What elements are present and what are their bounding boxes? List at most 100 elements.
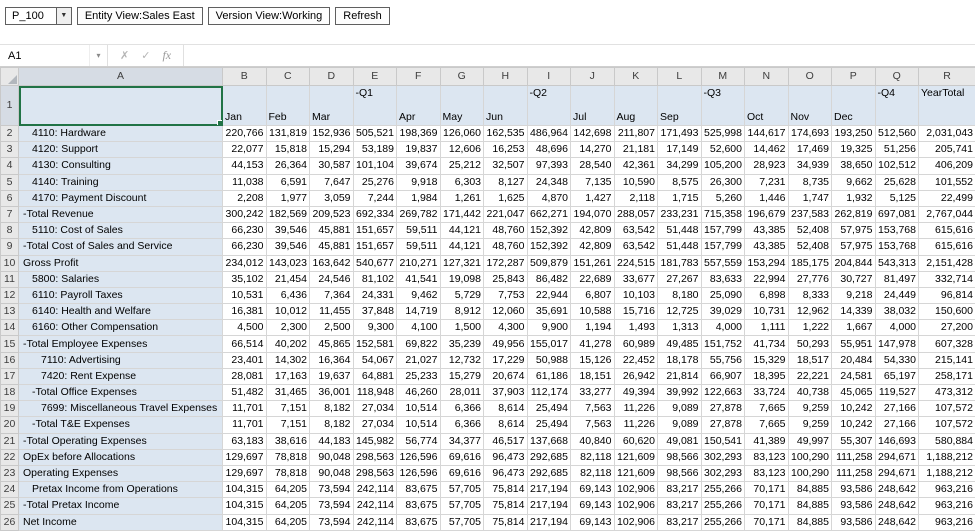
cell-O12[interactable]: 8,333 [787,286,832,305]
cell-L18[interactable]: 39,992 [657,383,702,402]
fill-handle[interactable] [217,120,222,125]
cell-H9[interactable]: 48,760 [483,238,528,256]
cell-A10[interactable]: Gross Profit [18,254,223,272]
cell-N22[interactable]: 83,123 [744,448,789,466]
row-header-24[interactable]: 24 [0,481,19,499]
cell-G15[interactable]: 35,239 [439,335,484,353]
cell-G26[interactable]: 57,705 [439,513,484,531]
cell-C18[interactable]: 31,465 [265,383,310,402]
cell-R16[interactable]: 215,141 [918,351,975,369]
cell-D16[interactable]: 16,364 [309,351,354,369]
row-header-11[interactable]: 11 [0,270,19,288]
cell-J4[interactable]: 28,540 [570,157,615,175]
cell-Q14[interactable]: 4,000 [874,319,919,337]
cell-N6[interactable]: 1,446 [744,189,789,207]
cell-Q2[interactable]: 512,560 [874,124,919,143]
cell-R7[interactable]: 2,767,044 [918,205,975,224]
cell-I7[interactable]: 662,271 [526,205,571,224]
cell-A16[interactable]: 7110: Advertising [18,351,223,369]
cell-A22[interactable]: OpEx before Allocations [18,448,223,466]
cell-J1[interactable]: Jul [570,85,615,126]
column-header-Q[interactable]: Q [874,67,919,86]
cell-O4[interactable]: 34,939 [787,157,832,175]
cell-M14[interactable]: 4,000 [700,319,745,337]
cell-M15[interactable]: 151,752 [700,335,745,353]
cell-K8[interactable]: 63,542 [613,222,658,240]
cell-I2[interactable]: 486,964 [526,124,571,143]
row-header-19[interactable]: 19 [0,400,19,418]
cell-H19[interactable]: 8,614 [483,400,528,418]
refresh-button[interactable]: Refresh [335,6,390,25]
cell-O11[interactable]: 27,776 [787,270,832,288]
column-header-N[interactable]: N [744,67,789,86]
cell-G5[interactable]: 6,303 [439,173,484,191]
cell-E1[interactable]: -Q1 [352,85,397,126]
cell-J22[interactable]: 82,118 [570,448,615,466]
cell-B24[interactable]: 104,315 [222,481,267,499]
cell-H17[interactable]: 20,674 [483,367,528,386]
column-header-F[interactable]: F [396,67,441,86]
cell-E21[interactable]: 145,982 [352,432,397,450]
cell-D4[interactable]: 30,587 [309,157,354,175]
cell-G9[interactable]: 44,121 [439,238,484,256]
cell-I26[interactable]: 217,194 [526,513,571,531]
cell-C8[interactable]: 39,546 [265,222,310,240]
cell-L23[interactable]: 98,566 [657,464,702,483]
cell-I22[interactable]: 292,685 [526,448,571,466]
cell-L5[interactable]: 8,575 [657,173,702,191]
cell-C6[interactable]: 1,977 [265,189,310,207]
cell-N2[interactable]: 144,617 [744,124,789,143]
cell-F8[interactable]: 59,511 [396,222,441,240]
cell-D20[interactable]: 8,182 [309,416,354,434]
cell-R13[interactable]: 150,600 [918,303,975,321]
cell-A8[interactable]: 5110: Cost of Sales [18,222,223,240]
cell-Q6[interactable]: 5,125 [874,189,919,207]
cell-A9[interactable]: -Total Cost of Sales and Service [18,238,223,256]
cell-P20[interactable]: 10,242 [831,416,876,434]
cell-K24[interactable]: 102,906 [613,481,658,499]
cell-E18[interactable]: 118,948 [352,383,397,402]
cell-O21[interactable]: 49,997 [787,432,832,450]
cell-K26[interactable]: 102,906 [613,513,658,531]
cell-R15[interactable]: 607,328 [918,335,975,353]
cell-B16[interactable]: 23,401 [222,351,267,369]
cell-H5[interactable]: 8,127 [483,173,528,191]
cell-E14[interactable]: 9,300 [352,319,397,337]
cell-K2[interactable]: 211,807 [613,124,658,143]
column-header-E[interactable]: E [352,67,397,86]
cell-P12[interactable]: 9,218 [831,286,876,305]
cell-R1[interactable]: YearTotal [918,85,975,126]
column-header-J[interactable]: J [570,67,615,86]
cell-E10[interactable]: 540,677 [352,254,397,272]
cell-E11[interactable]: 81,102 [352,270,397,288]
cell-G8[interactable]: 44,121 [439,222,484,240]
cell-A25[interactable]: -Total Pretax Income [18,497,223,515]
cell-D26[interactable]: 73,594 [309,513,354,531]
column-header-R[interactable]: R [918,67,975,86]
cell-E25[interactable]: 242,114 [352,497,397,515]
cell-H16[interactable]: 17,229 [483,351,528,369]
cell-C4[interactable]: 26,364 [265,157,310,175]
cell-M19[interactable]: 27,878 [700,400,745,418]
cell-B2[interactable]: 220,766 [222,124,267,143]
cell-Q26[interactable]: 248,642 [874,513,919,531]
cell-P26[interactable]: 93,586 [831,513,876,531]
cell-R6[interactable]: 22,499 [918,189,975,207]
cell-N4[interactable]: 28,923 [744,157,789,175]
cell-D14[interactable]: 2,500 [309,319,354,337]
cell-O14[interactable]: 1,222 [787,319,832,337]
cell-P15[interactable]: 55,951 [831,335,876,353]
cell-H23[interactable]: 96,473 [483,464,528,483]
cell-M4[interactable]: 105,200 [700,157,745,175]
cell-H18[interactable]: 37,903 [483,383,528,402]
row-header-4[interactable]: 4 [0,157,19,175]
row-header-20[interactable]: 20 [0,416,19,434]
cell-G1[interactable]: May [439,85,484,126]
cell-H6[interactable]: 1,625 [483,189,528,207]
row-header-26[interactable]: 26 [0,513,19,531]
column-header-H[interactable]: H [483,67,528,86]
cell-I14[interactable]: 9,900 [526,319,571,337]
cell-D6[interactable]: 3,059 [309,189,354,207]
cell-D18[interactable]: 36,001 [309,383,354,402]
cell-I21[interactable]: 137,668 [526,432,571,450]
